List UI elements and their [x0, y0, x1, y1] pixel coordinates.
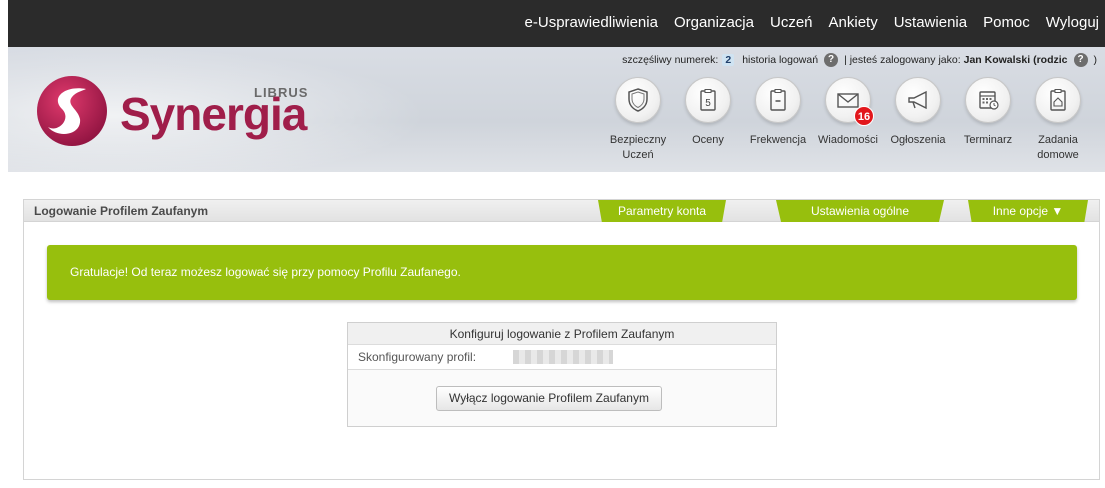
top-nav: e-Usprawiedliwienia Organizacja Uczeń An… [509, 14, 1099, 31]
shield-icon [615, 77, 661, 123]
module-zadania-domowe[interactable]: Zadania domowe [1023, 77, 1093, 163]
help-icon[interactable]: ? [824, 53, 839, 67]
panel-header: Logowanie Profilem Zaufanym Parametry ko… [24, 200, 1099, 222]
module-bezpieczny-uczen[interactable]: Bezpieczny Uczeń [603, 77, 673, 163]
main-panel: Logowanie Profilem Zaufanym Parametry ko… [23, 199, 1100, 480]
module-label: Zadania domowe [1037, 134, 1079, 161]
grades-icon: 5 [685, 77, 731, 123]
nav-ankiety[interactable]: Ankiety [829, 14, 878, 31]
profile-label: Skonfigurowany profil: [358, 350, 477, 364]
librus-s-logo-icon[interactable] [36, 75, 108, 147]
nav-ustawienia[interactable]: Ustawienia [894, 14, 967, 31]
module-label: Bezpieczny Uczeń [609, 134, 667, 161]
logo-brand: LIBRUS [254, 85, 309, 100]
nav-wyloguj[interactable]: Wyloguj [1046, 14, 1099, 31]
module-terminarz[interactable]: Terminarz [953, 77, 1023, 148]
module-frekwencja[interactable]: Frekwencja [743, 77, 813, 148]
module-label: Frekwencja [749, 134, 807, 146]
nav-e-usprawiedliwienia[interactable]: e-Usprawiedliwienia [525, 14, 658, 31]
lucky-number-label: szczęśliwy numerek: [622, 54, 719, 66]
module-oceny[interactable]: 5 Oceny [673, 77, 743, 148]
user-help-icon[interactable]: ? [1073, 53, 1088, 67]
nav-pomoc[interactable]: Pomoc [983, 14, 1030, 31]
status-line: szczęśliwy numerek: 2 historia logowań ?… [622, 53, 1097, 67]
config-profile-row: Skonfigurowany profil: [348, 345, 776, 370]
close-paren: ) [1093, 54, 1098, 66]
envelope-icon: 16 [825, 77, 874, 126]
success-message: Gratulacje! Od teraz możesz logować się … [47, 245, 1077, 300]
module-ogloszenia[interactable]: Ogłoszenia [883, 77, 953, 148]
lucky-number: 2 [722, 54, 735, 66]
profile-value-redacted [513, 350, 613, 364]
module-label: Wiadomości [818, 134, 878, 146]
config-box: Konfiguruj logowanie z Profilem Zaufanym… [347, 322, 777, 427]
disable-trusted-profile-button[interactable]: Wyłącz logowanie Profilem Zaufanym [436, 386, 662, 411]
homework-icon [1035, 77, 1081, 123]
logged-in-label: | jesteś zalogowany jako: [844, 54, 961, 66]
login-history-link[interactable]: historia logowań [742, 54, 818, 66]
tab-inne-opcje[interactable]: Inne opcje ▼ [968, 200, 1088, 222]
attendance-icon [755, 77, 801, 123]
unread-badge: 16 [854, 106, 874, 126]
megaphone-icon [895, 77, 941, 123]
page-title: Logowanie Profilem Zaufanym [34, 204, 209, 218]
tab-ustawienia-ogolne[interactable]: Ustawienia ogólne [776, 200, 944, 222]
calendar-icon [965, 77, 1011, 123]
header: szczęśliwy numerek: 2 historia logowań ?… [8, 47, 1105, 172]
module-label: Terminarz [963, 134, 1013, 146]
nav-uczen[interactable]: Uczeń [770, 14, 813, 31]
config-title: Konfiguruj logowanie z Profilem Zaufanym [348, 323, 776, 345]
user-name: Jan Kowalski (rodzic [963, 54, 1068, 66]
tab-parametry-konta[interactable]: Parametry konta [598, 200, 726, 222]
module-label: Oceny [692, 134, 724, 146]
module-wiadomosci[interactable]: 16 Wiadomości [813, 77, 883, 148]
svg-text:5: 5 [705, 98, 711, 109]
top-nav-bar: e-Usprawiedliwienia Organizacja Uczeń An… [8, 0, 1105, 47]
module-label: Ogłoszenia [890, 134, 946, 146]
nav-organizacja[interactable]: Organizacja [674, 14, 754, 31]
